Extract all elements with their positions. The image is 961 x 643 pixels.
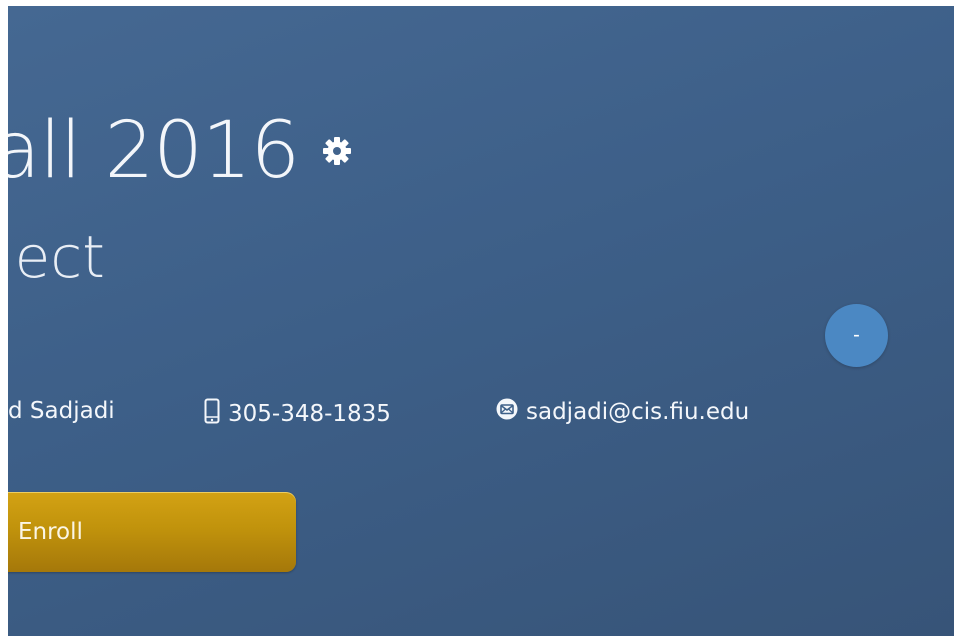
enroll-button-label: Enroll	[18, 519, 83, 545]
course-header-panel: Fall 2016 oject - d Sadjadi	[8, 6, 954, 636]
instructor-name-text: d Sadjadi	[8, 398, 115, 424]
email-address[interactable]: sadjadi@cis.fiu.edu	[526, 399, 749, 425]
phone-icon	[204, 398, 220, 430]
enroll-button[interactable]: Enroll	[8, 492, 296, 572]
phone-number: 305-348-1835	[228, 401, 391, 427]
envelope-icon	[496, 398, 518, 426]
collapse-toggle-button[interactable]: -	[825, 304, 888, 367]
course-title-row: Fall 2016	[8, 112, 353, 190]
instructor-email: sadjadi@cis.fiu.edu	[496, 398, 749, 426]
instructor-phone: 305-348-1835	[204, 398, 391, 430]
course-term-title: Fall 2016	[8, 106, 300, 196]
gear-icon[interactable]	[321, 135, 353, 167]
course-subtitle: oject	[8, 223, 105, 291]
instructor-name: d Sadjadi	[8, 398, 115, 424]
